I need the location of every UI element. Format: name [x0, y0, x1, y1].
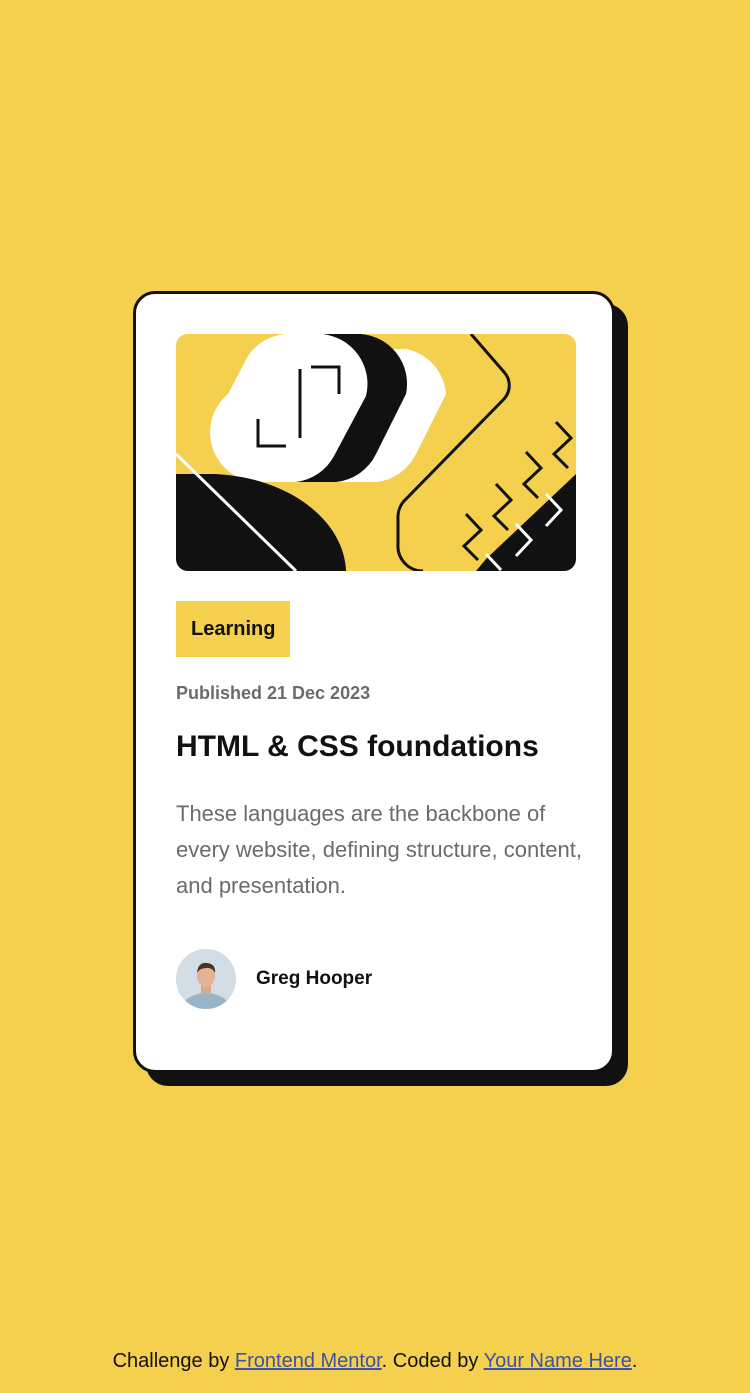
card-description: These languages are the backbone of ever… [176, 801, 582, 898]
author-name: Greg Hooper [256, 968, 373, 989]
attribution-footer: Challenge by Frontend Mentor. Coded by Y… [0, 1350, 750, 1373]
card-title[interactable]: HTML & CSS foundations [176, 730, 539, 764]
abstract-illustration-icon [176, 334, 576, 571]
avatar [176, 949, 236, 1009]
footer-middle: . Coded by [381, 1350, 484, 1372]
frontend-mentor-link[interactable]: Frontend Mentor [235, 1350, 382, 1372]
author-link[interactable]: Your Name Here [484, 1350, 632, 1372]
hero-illustration [176, 334, 576, 571]
footer-prefix: Challenge by [112, 1350, 235, 1372]
author-portrait-icon [176, 949, 236, 1009]
author-block: Greg Hooper [176, 949, 372, 1009]
blog-preview-card: Learning Published 21 Dec 2023 HTML & CS… [133, 291, 615, 1073]
category-tag: Learning [176, 601, 291, 657]
published-date: Published 21 Dec 2023 [176, 683, 371, 703]
footer-suffix: . [631, 1350, 638, 1372]
